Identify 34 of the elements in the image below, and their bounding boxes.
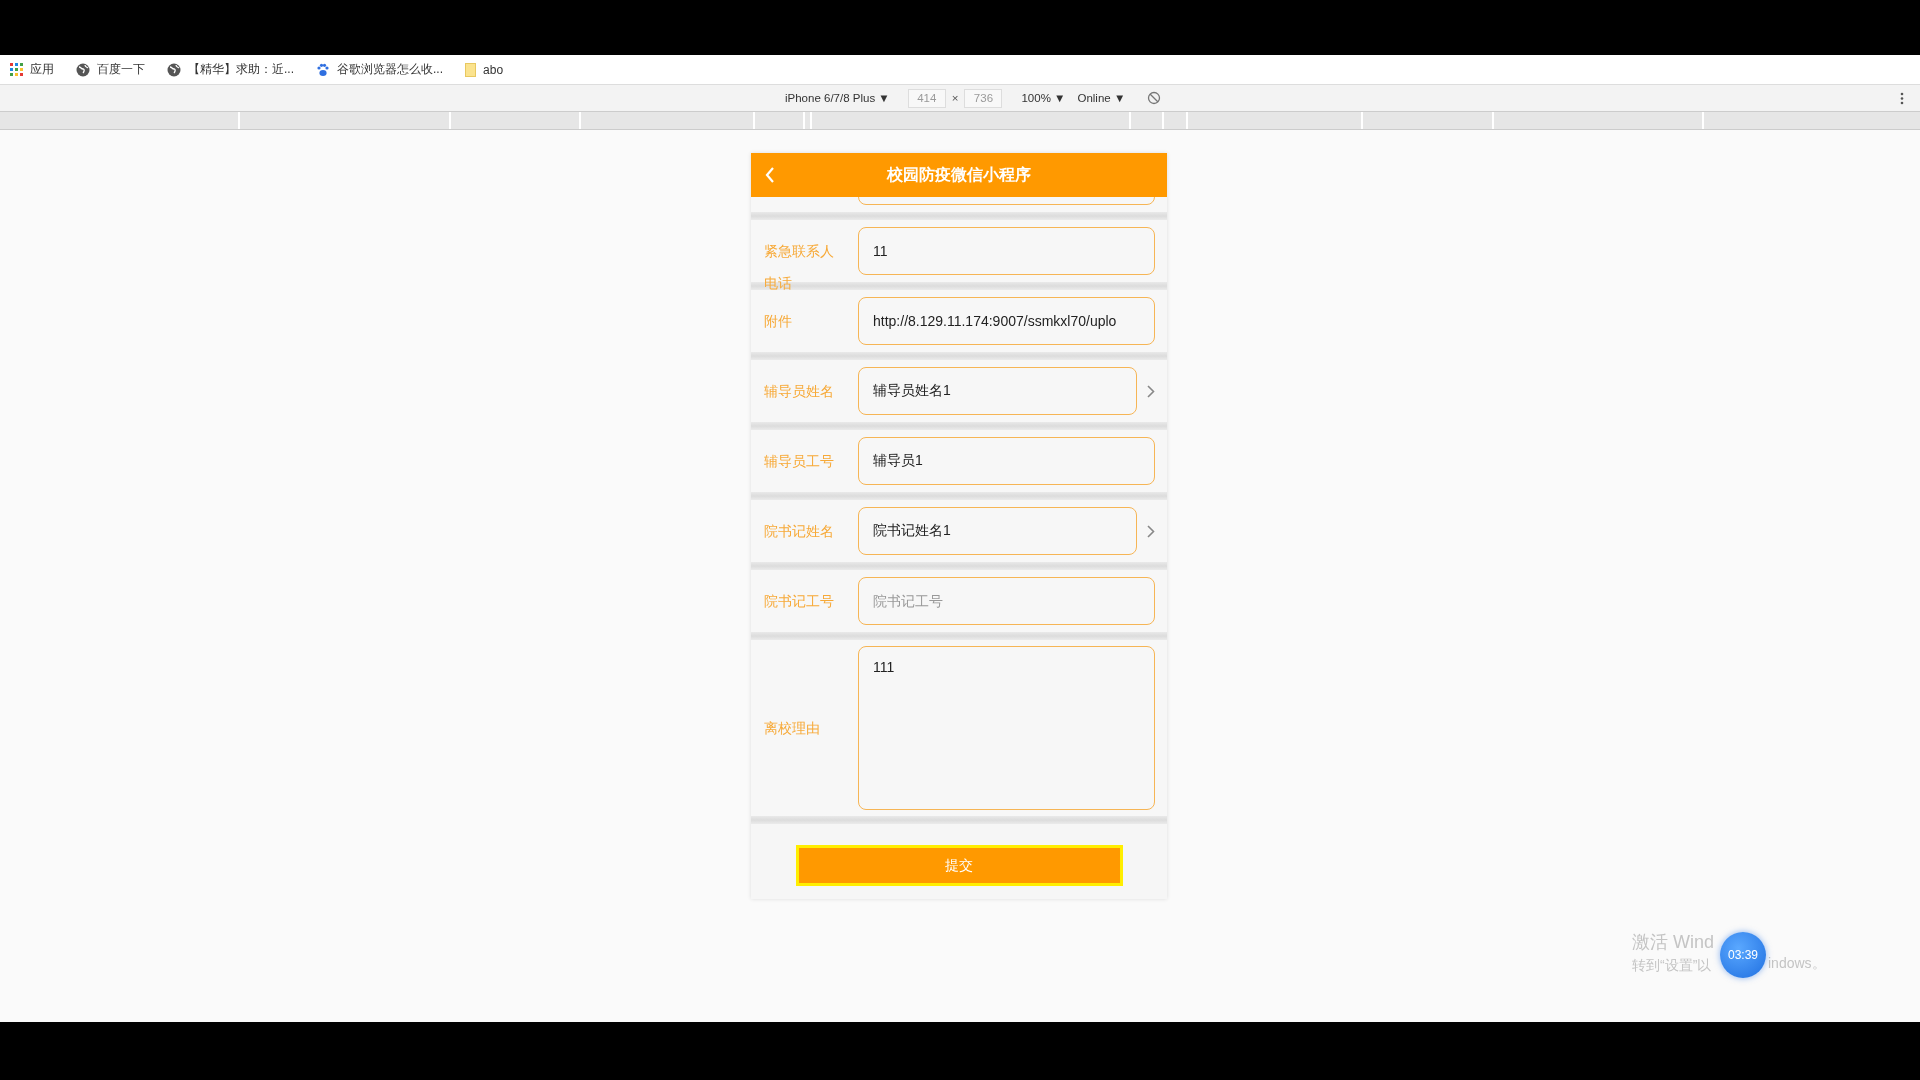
apps-grid-icon — [10, 63, 23, 76]
field-label: 院书记姓名 — [764, 522, 835, 541]
input-field[interactable]: 院书记姓名1 — [858, 507, 1137, 555]
field-label: 附件 — [764, 312, 793, 331]
input-field[interactable]: 辅导员1 — [858, 437, 1155, 485]
input-field[interactable]: http://8.129.11.174:9007/ssmkxl70/uplo — [858, 297, 1155, 345]
back-icon[interactable] — [765, 167, 775, 183]
folder-icon — [465, 62, 477, 77]
field-label: 离校理由 — [764, 719, 821, 738]
globe-icon — [167, 62, 181, 77]
field-label: 紧急联系人电话 — [764, 242, 835, 293]
globe-icon — [76, 62, 90, 77]
device-dropdown[interactable]: iPhone 6/7/8 Plus ▼ — [785, 92, 890, 104]
input-field[interactable]: 院书记工号 — [858, 577, 1155, 625]
times-sign: × — [951, 92, 959, 104]
bookmark-link[interactable]: 百度一下 — [76, 61, 145, 78]
zoom-dropdown[interactable]: 100% ▼ — [1021, 92, 1066, 104]
field-label: 院书记工号 — [764, 592, 835, 611]
chevron-right-icon[interactable] — [1147, 524, 1155, 538]
rotate-icon[interactable] — [1147, 91, 1162, 105]
field-label: 辅导员工号 — [764, 452, 835, 471]
paw-icon — [316, 62, 330, 77]
bookmark-link[interactable]: 谷歌浏览器怎么收... — [316, 61, 444, 78]
text-area[interactable]: 111 — [858, 646, 1155, 810]
chevron-right-icon[interactable] — [1147, 384, 1155, 398]
network-dropdown[interactable]: Online ▼ — [1077, 92, 1126, 104]
more-menu-icon[interactable] — [1900, 92, 1904, 105]
input-field[interactable]: 辅导员姓名1 — [858, 367, 1137, 415]
bookmark-link[interactable]: 【精华】求助：近... — [167, 61, 294, 78]
bookmark-link[interactable]: 应用 — [10, 61, 54, 78]
app-title: 校园防疫微信小程序 — [887, 164, 1031, 185]
field-label: 辅导员姓名 — [764, 382, 835, 401]
input-field[interactable]: 11 — [858, 227, 1155, 275]
bookmark-link[interactable]: abo — [465, 62, 504, 77]
